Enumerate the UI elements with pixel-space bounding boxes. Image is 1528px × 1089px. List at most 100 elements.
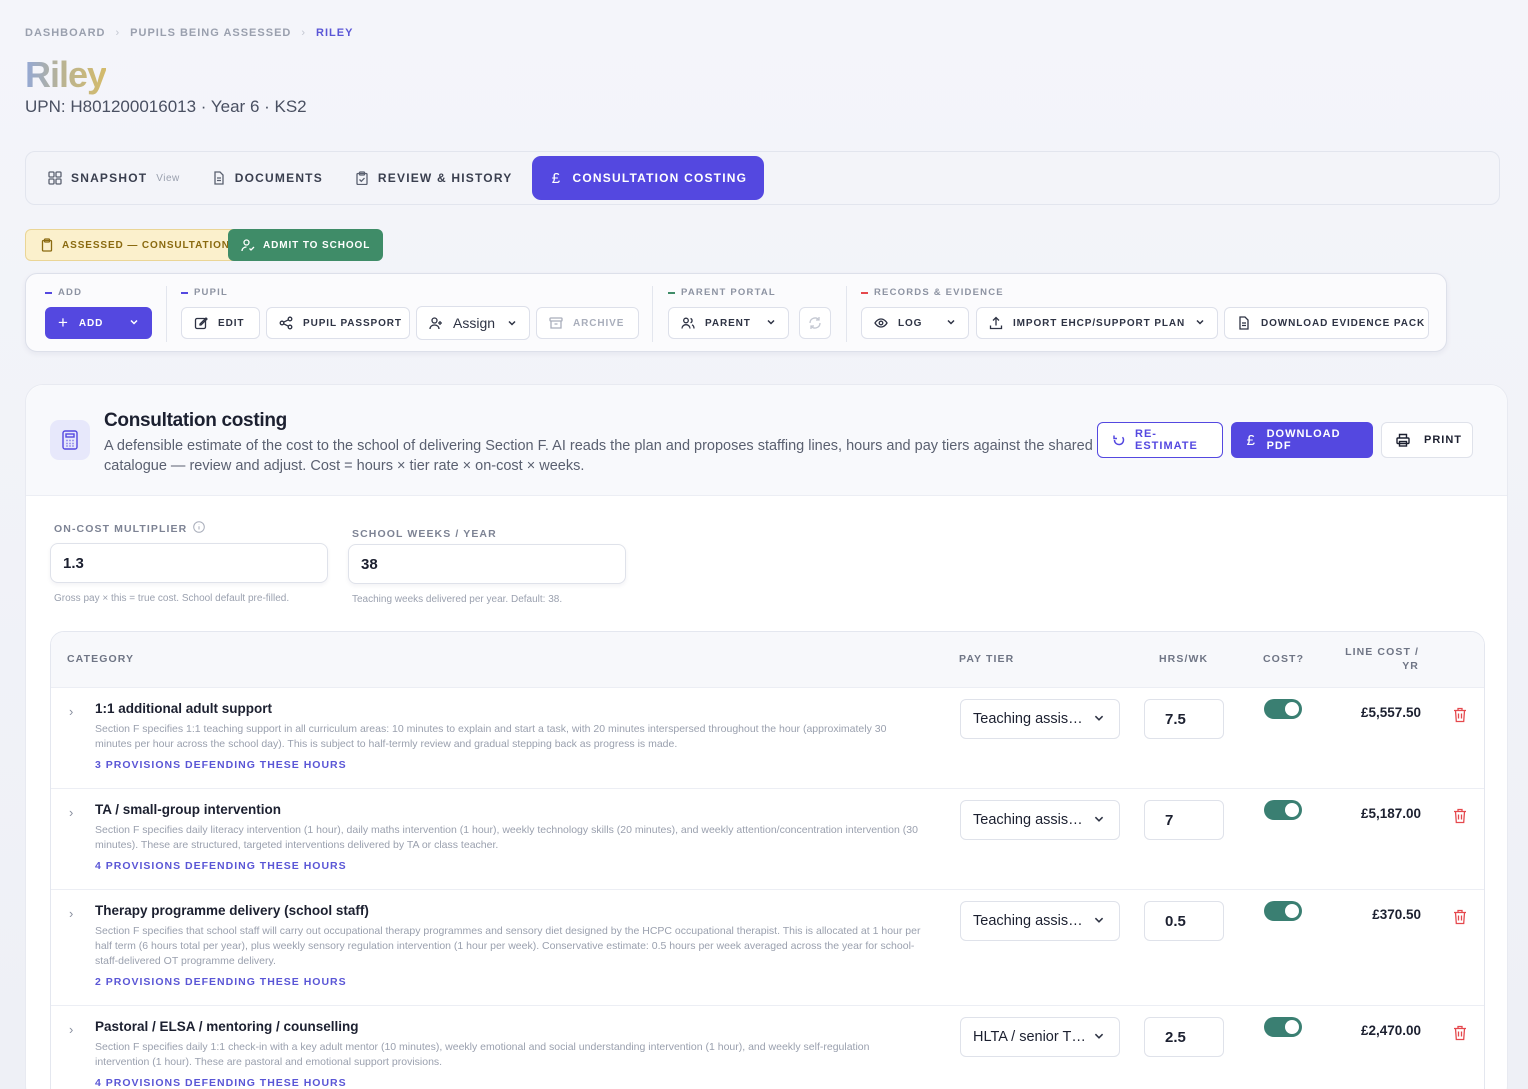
row-description: Section F specifies daily 1:1 check-in w… (95, 1041, 870, 1068)
log-dropdown[interactable]: LOG (861, 307, 969, 339)
table-row: › Therapy programme delivery (school sta… (51, 890, 1484, 1006)
provisions-link[interactable]: 4 PROVISIONS DEFENDING THESE HOURS (95, 860, 347, 872)
hours-input[interactable]: 7.5 (1144, 699, 1224, 739)
admit-to-school-button[interactable]: ADMIT TO SCHOOL (228, 229, 384, 261)
parent-label: PARENT (705, 317, 751, 329)
re-estimate-label: RE-ESTIMATE (1135, 428, 1198, 452)
hours-input[interactable]: 7 (1144, 800, 1224, 840)
trash-icon[interactable] (1453, 707, 1467, 723)
chevron-right-icon: › (301, 27, 307, 39)
download-evidence-pack-button[interactable]: DOWNLOAD EVIDENCE PACK (1224, 307, 1429, 339)
chevron-down-icon (1093, 813, 1105, 829)
table-row: › TA / small-group intervention Section … (51, 789, 1484, 890)
weeks-input[interactable]: 38 (348, 544, 626, 584)
info-icon[interactable] (193, 521, 206, 536)
row-description: Section F specifies 1:1 teaching support… (95, 723, 887, 750)
chevron-right-icon[interactable]: › (69, 1022, 73, 1037)
pay-tier-select[interactable]: Teaching assis… (960, 699, 1120, 739)
archive-label: ARCHIVE (573, 317, 625, 329)
table-header: CATEGORY PAY TIER HRS/WK COST? LINE COST… (51, 632, 1484, 688)
import-ehcp-dropdown[interactable]: IMPORT EHCP/SUPPORT PLAN (976, 307, 1218, 339)
breadcrumb-dashboard[interactable]: DASHBOARD (25, 27, 106, 39)
provisions-link[interactable]: 2 PROVISIONS DEFENDING THESE HOURS (95, 976, 347, 988)
line-cost: £370.50 (1372, 907, 1421, 922)
tab-bar: SNAPSHOT View DOCUMENTS REVIEW & HISTORY… (25, 151, 1500, 205)
pay-tier-select[interactable]: HLTA / senior T… (960, 1017, 1120, 1057)
toolbar-group-parent: PARENT PORTAL PARENT (668, 274, 848, 353)
tab-label: DOCUMENTS (234, 171, 323, 185)
refresh-icon (808, 316, 822, 330)
cost-toggle[interactable] (1264, 800, 1302, 820)
group-label: RECORDS & EVIDENCE (861, 287, 1004, 298)
archive-icon (549, 316, 563, 330)
assign-dropdown[interactable]: Assign (416, 306, 530, 340)
page-title: Riley (25, 54, 107, 95)
breadcrumb-current: RILEY (316, 27, 354, 39)
download-pdf-button[interactable]: £ DOWNLOAD PDF (1231, 422, 1373, 458)
table-row: › 1:1 additional adult support Section F… (51, 688, 1484, 789)
toolbar-group-pupil: PUPIL EDIT PUPIL PASSPORT Assign ARCHIVE (181, 274, 651, 353)
header-line-cost: LINE COST / YR (1345, 646, 1419, 672)
refresh-button[interactable] (799, 307, 831, 339)
archive-button[interactable]: ARCHIVE (536, 307, 639, 339)
chevron-right-icon[interactable]: › (69, 805, 73, 820)
trash-icon[interactable] (1453, 1025, 1467, 1041)
users-icon (681, 316, 695, 330)
pay-tier-value: Teaching assis… (973, 812, 1083, 828)
chevron-right-icon[interactable]: › (69, 704, 73, 719)
weeks-hint: Teaching weeks delivered per year. Defau… (352, 594, 563, 605)
parent-dropdown[interactable]: PARENT (668, 307, 789, 339)
header-pay-tier: PAY TIER (959, 653, 1015, 665)
provisions-link[interactable]: 3 PROVISIONS DEFENDING THESE HOURS (95, 759, 347, 771)
oncost-input[interactable]: 1.3 (50, 543, 328, 583)
pay-tier-value: HLTA / senior T… (973, 1029, 1086, 1045)
pound-icon: £ (551, 169, 562, 187)
tab-label: SNAPSHOT (71, 171, 148, 185)
tab-snapshot[interactable]: SNAPSHOT View (36, 156, 192, 200)
header-category: CATEGORY (67, 653, 135, 665)
pay-tier-value: Teaching assis… (973, 913, 1083, 929)
trash-icon[interactable] (1453, 909, 1467, 925)
row-description: Section F specifies daily literacy inter… (95, 824, 918, 851)
download-pdf-label: DOWNLOAD PDF (1266, 428, 1341, 452)
weeks-label: SCHOOL WEEKS / YEAR (352, 528, 497, 540)
chevron-right-icon: › (115, 27, 121, 39)
edit-button[interactable]: EDIT (181, 307, 260, 339)
cost-toggle[interactable] (1264, 1017, 1302, 1037)
cost-toggle[interactable] (1264, 901, 1302, 921)
group-label: ADD (45, 287, 82, 298)
line-cost: £5,187.00 (1360, 806, 1421, 821)
status-badge-label: ASSESSED — CONSULTATION (62, 239, 230, 251)
chevron-down-icon (129, 317, 139, 330)
pupil-passport-button[interactable]: PUPIL PASSPORT (266, 307, 410, 339)
divider (166, 286, 167, 342)
assign-label: Assign (453, 315, 496, 331)
hours-input[interactable]: 0.5 (1144, 901, 1224, 941)
chevron-down-icon (1093, 712, 1105, 728)
print-button[interactable]: PRINT (1381, 422, 1473, 458)
tab-review-history[interactable]: REVIEW & HISTORY (343, 156, 525, 200)
line-cost: £5,557.50 (1360, 705, 1421, 720)
print-label: PRINT (1424, 434, 1462, 446)
provisions-link[interactable]: 4 PROVISIONS DEFENDING THESE HOURS (95, 1077, 347, 1089)
row-name: 1:1 additional adult support (95, 701, 273, 716)
clipboard-icon (355, 171, 369, 185)
breadcrumb-pupils[interactable]: PUPILS BEING ASSESSED (130, 27, 291, 39)
costing-card: Consultation costing A defensible estima… (25, 384, 1508, 1089)
share-icon (279, 316, 293, 330)
hours-input[interactable]: 2.5 (1144, 1017, 1224, 1057)
download-evidence-label: DOWNLOAD EVIDENCE PACK (1261, 317, 1426, 329)
cost-toggle[interactable] (1264, 699, 1302, 719)
tab-documents[interactable]: DOCUMENTS (200, 156, 335, 200)
add-button[interactable]: + ADD (45, 307, 152, 339)
tab-consultation-costing[interactable]: £ CONSULTATION COSTING (532, 156, 765, 200)
re-estimate-button[interactable]: RE-ESTIMATE (1097, 422, 1223, 458)
oncost-label: ON-COST MULTIPLIER (54, 521, 206, 536)
pay-tier-select[interactable]: Teaching assis… (960, 800, 1120, 840)
pay-tier-select[interactable]: Teaching assis… (960, 901, 1120, 941)
trash-icon[interactable] (1453, 808, 1467, 824)
row-name: Therapy programme delivery (school staff… (95, 903, 369, 918)
edit-label: EDIT (218, 317, 245, 329)
chevron-right-icon[interactable]: › (69, 906, 73, 921)
log-label: LOG (898, 317, 923, 329)
